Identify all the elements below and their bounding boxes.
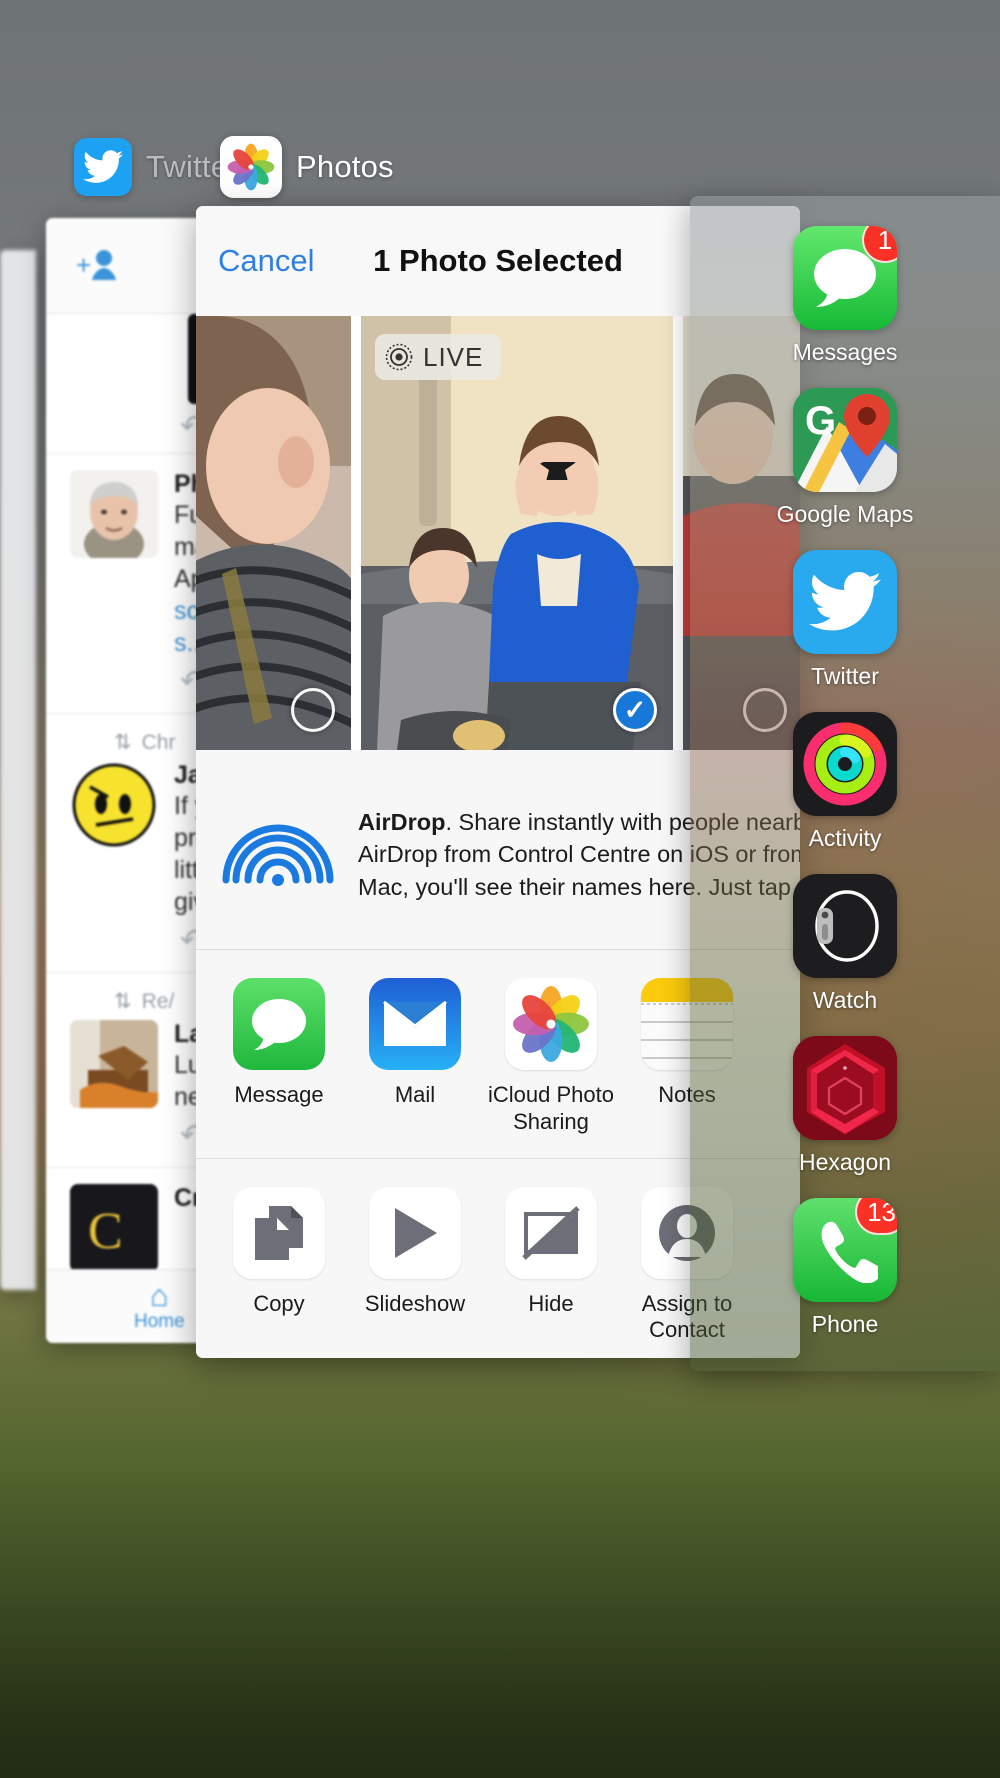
- dock-item-twitter[interactable]: Twitter: [690, 550, 1000, 690]
- watch-icon[interactable]: [793, 874, 897, 978]
- twitter-icon[interactable]: [793, 550, 897, 654]
- list-item[interactable]: [196, 316, 351, 750]
- compose-icon[interactable]: +: [76, 246, 122, 286]
- dock-item-label: Google Maps: [776, 501, 914, 527]
- dock-item-phone[interactable]: 13 Phone: [690, 1198, 1000, 1338]
- avatar[interactable]: [70, 761, 158, 849]
- svg-text:G: G: [805, 399, 836, 443]
- background-app-card-sliver[interactable]: [0, 250, 36, 1290]
- photo-select-circle[interactable]: [291, 688, 335, 732]
- action-slideshow[interactable]: Slideshow: [354, 1186, 476, 1345]
- dock-item-hexagon[interactable]: Hexagon: [690, 1036, 1000, 1176]
- home-screen-dock-panel[interactable]: 1 Messages G Google Maps Twitter Activit…: [690, 196, 1000, 1371]
- switcher-photos-label: Photos: [296, 149, 394, 184]
- cancel-button[interactable]: Cancel: [218, 243, 315, 279]
- share-target-label: Mail: [394, 1082, 436, 1107]
- airdrop-title: AirDrop: [358, 809, 446, 835]
- share-target-mail[interactable]: Mail: [354, 978, 476, 1136]
- action-label: Copy: [253, 1290, 305, 1316]
- list-item[interactable]: LIVE ✓: [361, 316, 673, 750]
- messages-icon[interactable]: [233, 978, 325, 1070]
- svg-text:C: C: [88, 1203, 123, 1260]
- photo-select-circle-selected[interactable]: ✓: [613, 688, 657, 732]
- action-label: Hide: [528, 1290, 574, 1316]
- live-photo-badge: LIVE: [375, 334, 502, 380]
- share-target-icloud-photo-sharing[interactable]: iCloud Photo Sharing: [488, 978, 614, 1136]
- activity-icon[interactable]: [793, 712, 897, 816]
- action-label: Slideshow: [364, 1290, 466, 1316]
- copy-icon[interactable]: [233, 1186, 325, 1279]
- twitter-icon[interactable]: [74, 138, 132, 196]
- sidebar-item-home[interactable]: ⌂ Home: [134, 1280, 185, 1333]
- dock-item-activity[interactable]: Activity: [690, 712, 1000, 852]
- home-icon: ⌂: [149, 1278, 169, 1313]
- hexagon-icon[interactable]: [793, 1036, 897, 1140]
- live-badge-label: LIVE: [423, 341, 484, 372]
- dock-item-label: Twitter: [811, 663, 879, 689]
- messages-icon[interactable]: 1: [793, 226, 897, 330]
- share-target-label: iCloud Photo Sharing: [488, 1082, 614, 1134]
- photos-icon[interactable]: [505, 978, 597, 1070]
- switcher-twitter-title[interactable]: Twitter: [74, 138, 239, 196]
- dock-item-google-maps[interactable]: G Google Maps: [690, 388, 1000, 528]
- dock-item-label: Activity: [808, 825, 882, 851]
- retweet-icon: ⇅: [114, 990, 132, 1013]
- retweet-user: Chr: [141, 730, 176, 754]
- phone-icon[interactable]: 13: [793, 1198, 897, 1302]
- mail-icon[interactable]: [369, 978, 461, 1070]
- retweet-icon: ⇅: [114, 731, 132, 754]
- dock-item-label: Messages: [792, 339, 898, 365]
- share-target-label: Message: [234, 1082, 324, 1107]
- action-hide[interactable]: Hide: [490, 1186, 612, 1345]
- action-copy[interactable]: Copy: [218, 1186, 340, 1345]
- share-target-message[interactable]: Message: [218, 978, 340, 1136]
- play-icon[interactable]: [369, 1186, 461, 1279]
- airdrop-icon: [222, 786, 334, 919]
- switcher-photos-title[interactable]: Photos: [220, 136, 394, 198]
- google-maps-icon[interactable]: G: [793, 388, 897, 492]
- tab-home-label: Home: [134, 1311, 185, 1332]
- svg-text:+: +: [76, 250, 91, 280]
- photos-icon[interactable]: [220, 136, 282, 198]
- dock-item-label: Watch: [812, 987, 878, 1013]
- dock-item-label: Phone: [811, 1311, 879, 1337]
- hide-icon[interactable]: [505, 1186, 597, 1279]
- dock-item-messages[interactable]: 1 Messages: [690, 226, 1000, 366]
- avatar[interactable]: [70, 1020, 158, 1108]
- avatar[interactable]: [70, 470, 158, 558]
- avatar[interactable]: C: [70, 1184, 158, 1272]
- dock-item-watch[interactable]: Watch: [690, 874, 1000, 1014]
- dock-item-label: Hexagon: [798, 1149, 892, 1175]
- retweet-user: Re/: [141, 989, 175, 1013]
